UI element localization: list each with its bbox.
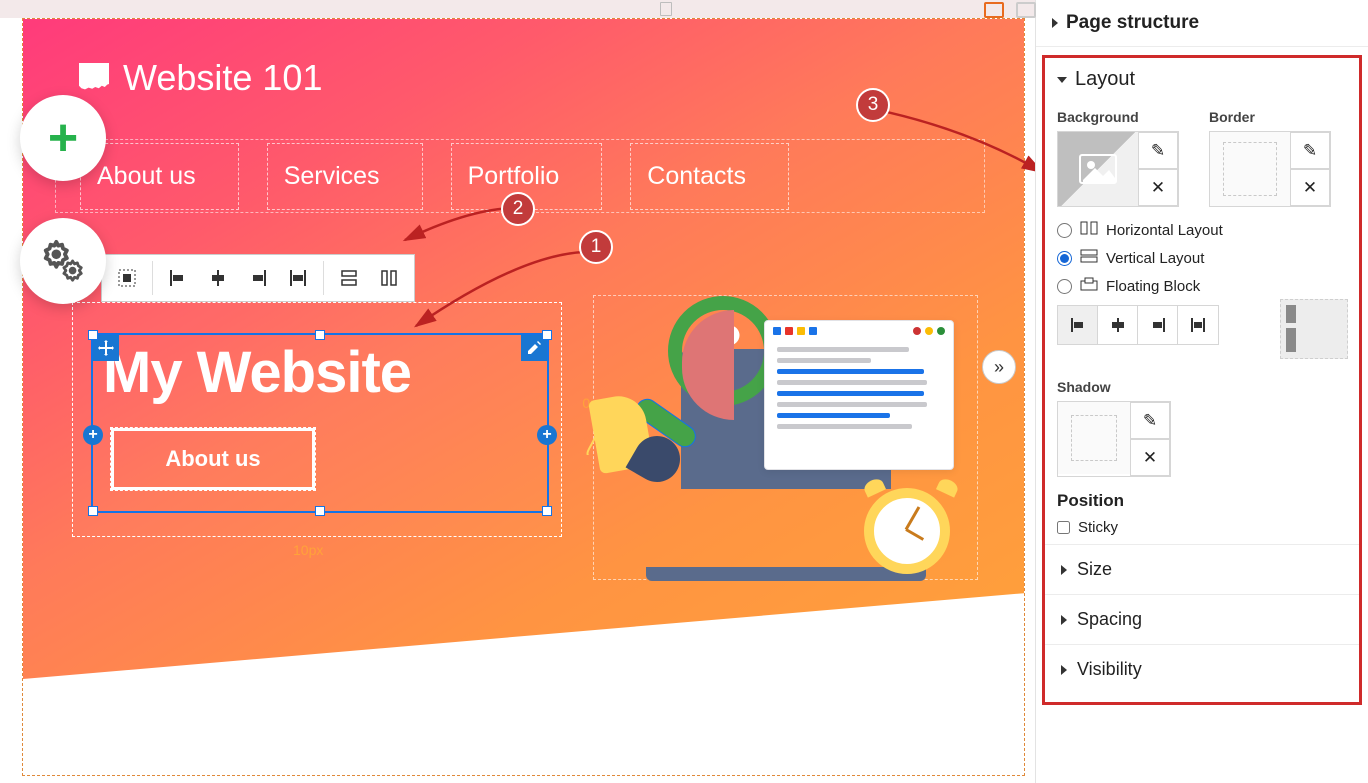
inner-align-left[interactable] <box>1058 306 1098 344</box>
shadow-clear-button[interactable]: ✕ <box>1130 439 1170 476</box>
panel-label: Page structure <box>1066 12 1199 34</box>
shadow-edit-button[interactable]: ✎ <box>1130 402 1170 439</box>
shadow-label: Shadow <box>1057 379 1347 395</box>
caret-right-icon <box>1061 565 1067 575</box>
float-icon <box>1080 277 1098 295</box>
panel-visibility[interactable]: Visibility <box>1045 644 1359 694</box>
annotation-badge-2: 2 <box>501 192 535 226</box>
layout-title-row[interactable]: Layout <box>1045 58 1359 101</box>
caret-down-icon <box>1057 77 1067 83</box>
shadow-swatch[interactable] <box>1058 402 1130 474</box>
background-swatch[interactable] <box>1058 132 1138 206</box>
site-logo[interactable]: Website 101 <box>79 57 322 99</box>
selection-frame[interactable]: + + My Website About us <box>91 333 549 513</box>
hero-cta-button[interactable]: About us <box>111 428 315 490</box>
add-left-icon[interactable]: + <box>83 425 103 445</box>
add-right-icon[interactable]: + <box>537 425 557 445</box>
inner-align-stretch[interactable] <box>1178 306 1218 344</box>
border-clear-button[interactable]: ✕ <box>1290 169 1330 206</box>
position-heading: Position <box>1057 491 1347 511</box>
columns-icon <box>1080 221 1098 239</box>
toolbar-fit-icon[interactable] <box>110 261 144 295</box>
browser-window-icon <box>764 320 954 470</box>
canvas[interactable]: Website 101 About us Services Portfolio … <box>22 18 1025 776</box>
flag-icon <box>79 63 109 93</box>
annotation-badge-1: 1 <box>579 230 613 264</box>
pencil-icon: ✎ <box>1151 141 1165 161</box>
background-label: Background <box>1057 109 1179 125</box>
hero-cta-label: About us <box>165 446 260 472</box>
selected-block[interactable]: + + My Website About us 0px 10px <box>72 302 562 537</box>
panel-layout: Layout Background ✎ ✕ <box>1042 55 1362 705</box>
nav-item-contacts[interactable]: Contacts <box>630 143 789 210</box>
panel-page-structure[interactable]: Page structure <box>1036 0 1368 47</box>
border-edit-button[interactable]: ✎ <box>1290 132 1330 169</box>
pencil-icon: ✎ <box>1303 141 1317 161</box>
nav-item-about[interactable]: About us <box>80 143 239 210</box>
device-preview-switch <box>978 0 1042 20</box>
settings-button[interactable] <box>20 218 106 304</box>
layout-mode-radios: Horizontal Layout Vertical Layout Floati… <box>1057 221 1347 295</box>
radio-horizontal[interactable]: Horizontal Layout <box>1057 221 1347 239</box>
shadow-control: Shadow ✎ ✕ <box>1057 379 1347 477</box>
annotation-badge-3: 3 <box>856 88 890 122</box>
pencil-icon: ✎ <box>1143 411 1157 431</box>
inner-align-buttons <box>1057 305 1219 345</box>
border-control: Border ✎ ✕ <box>1209 109 1331 207</box>
radio-vertical[interactable]: Vertical Layout <box>1057 249 1347 267</box>
device-tablet-icon[interactable] <box>984 2 1004 18</box>
resize-handle[interactable] <box>88 506 98 516</box>
radio-floating[interactable]: Floating Block <box>1057 277 1347 295</box>
layout-preview-thumb <box>1280 299 1348 359</box>
inner-align-right[interactable] <box>1138 306 1178 344</box>
image-icon <box>1079 154 1117 184</box>
add-element-button[interactable]: + <box>20 95 106 181</box>
resize-handle[interactable] <box>542 506 552 516</box>
panel-size[interactable]: Size <box>1045 544 1359 594</box>
toolbar-stack-v-icon[interactable] <box>332 261 366 295</box>
panel-spacing[interactable]: Spacing <box>1045 594 1359 644</box>
background-edit-button[interactable]: ✎ <box>1138 132 1178 169</box>
toolbar-stack-h-icon[interactable] <box>372 261 406 295</box>
site-title: Website 101 <box>123 57 322 99</box>
rows-icon <box>1080 249 1098 267</box>
caret-right-icon <box>1061 665 1067 675</box>
toolbar-align-right-icon[interactable] <box>241 261 275 295</box>
layout-title: Layout <box>1075 68 1135 91</box>
sticky-checkbox[interactable]: Sticky <box>1057 519 1347 536</box>
close-icon: ✕ <box>1303 178 1317 198</box>
inner-align-center[interactable] <box>1098 306 1138 344</box>
toolbar-align-stretch-h-icon[interactable] <box>281 261 315 295</box>
background-control: Background ✎ ✕ <box>1057 109 1179 207</box>
resize-handle[interactable] <box>542 330 552 340</box>
expand-right-button[interactable]: » <box>982 350 1016 384</box>
alarm-clock-icon <box>858 476 958 576</box>
border-label: Border <box>1209 109 1331 125</box>
margin-bottom-label: 10px <box>293 542 323 558</box>
resize-handle[interactable] <box>315 330 325 340</box>
below-hero-region[interactable] <box>23 699 1026 775</box>
resize-handle[interactable] <box>88 330 98 340</box>
block-toolbar <box>101 254 415 302</box>
toolbar-align-left-icon[interactable] <box>161 261 195 295</box>
border-swatch[interactable] <box>1210 132 1290 206</box>
chevron-double-right-icon: » <box>994 357 1004 378</box>
caret-right-icon <box>1061 615 1067 625</box>
toolbar-align-center-h-icon[interactable] <box>201 261 235 295</box>
close-icon: ✕ <box>1143 448 1157 468</box>
hero-illustration[interactable]: 〳〳〳 <box>593 295 978 580</box>
hero-heading[interactable]: My Website <box>93 335 547 406</box>
close-icon: ✕ <box>1151 178 1165 198</box>
resize-handle[interactable] <box>315 506 325 516</box>
megaphone-icon: 〳〳〳 <box>594 396 704 486</box>
caret-right-icon <box>1052 18 1058 28</box>
background-clear-button[interactable]: ✕ <box>1138 169 1178 206</box>
device-mobile-icon[interactable] <box>660 2 672 16</box>
nav-item-services[interactable]: Services <box>267 143 423 210</box>
properties-sidebar: Page structure Layout Background ✎ ✕ <box>1035 0 1368 783</box>
gears-icon <box>40 238 86 284</box>
device-desktop-icon[interactable] <box>1016 2 1036 18</box>
